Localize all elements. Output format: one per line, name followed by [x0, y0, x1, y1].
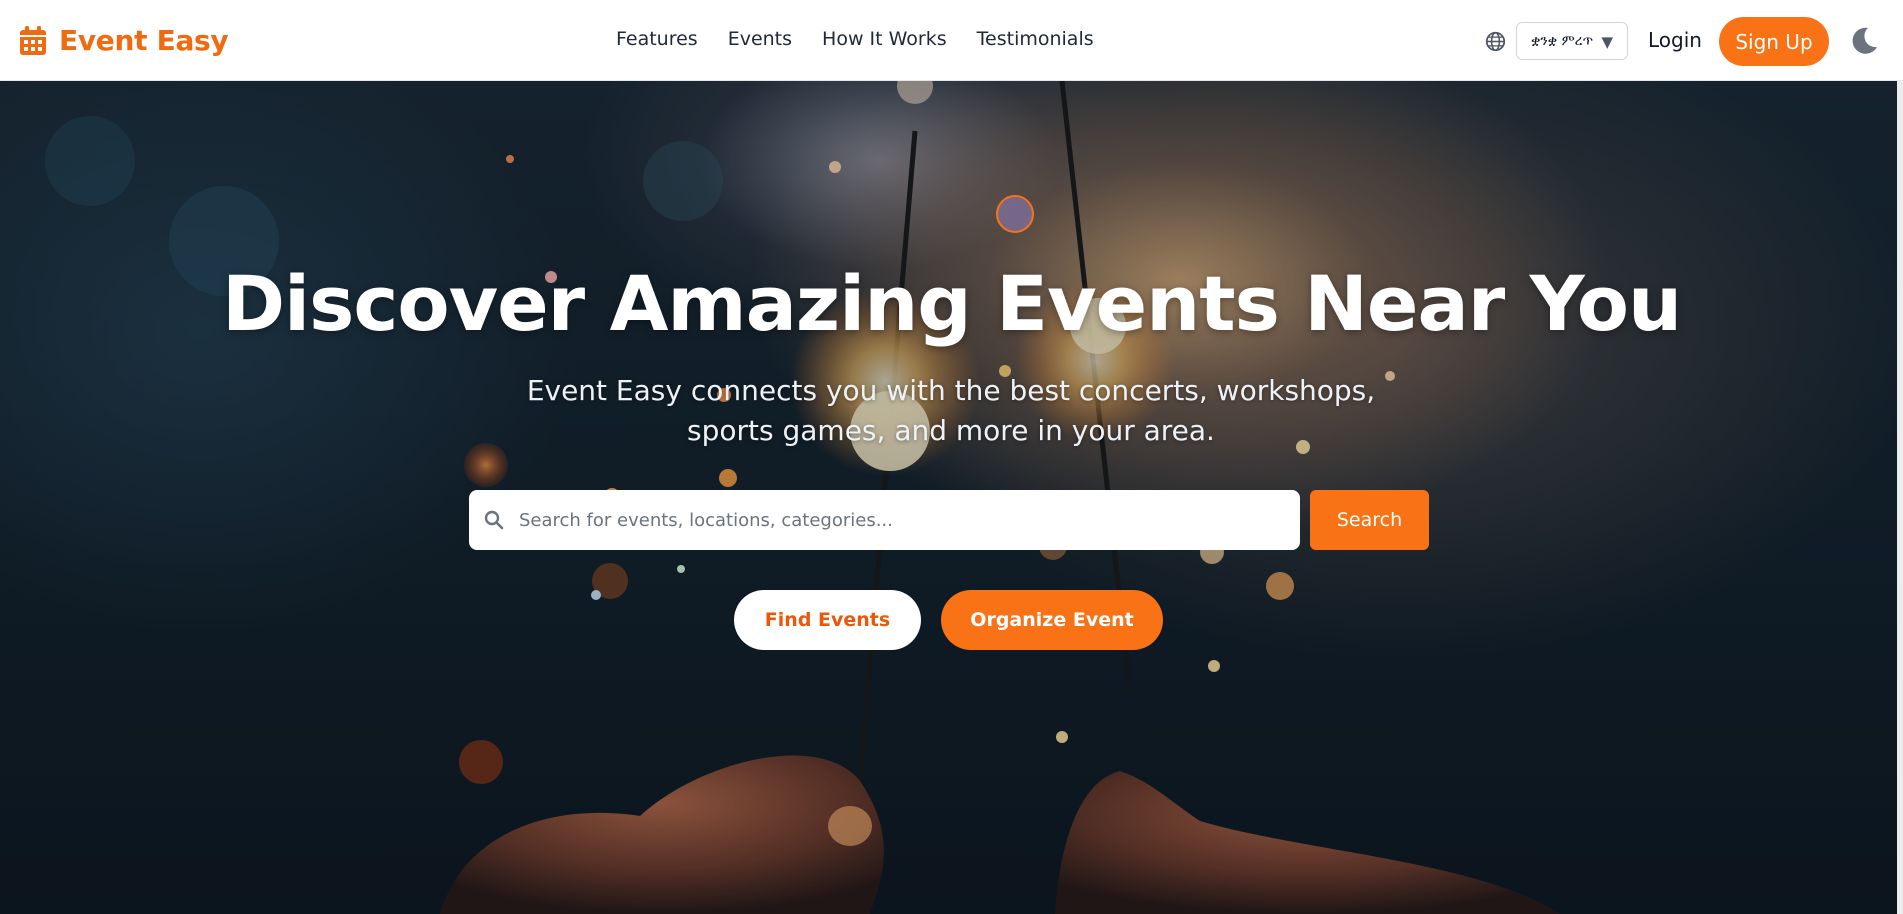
nav-link-events[interactable]: Events	[728, 28, 792, 50]
nav-link-features[interactable]: Features	[616, 28, 698, 50]
main-nav: Features Events How It Works Testimonial…	[616, 28, 1124, 50]
search-input[interactable]	[517, 490, 1287, 550]
search-button[interactable]: Search	[1310, 490, 1429, 550]
chevron-down-icon: ▼	[1601, 33, 1613, 51]
brand-name: Event Easy	[59, 24, 229, 57]
cursor-indicator	[996, 195, 1034, 233]
nav-link-how-it-works[interactable]: How It Works	[822, 28, 947, 50]
language-select[interactable]: ቋንቋ ምረጥ ▼	[1516, 22, 1628, 60]
language-selected-value: ቋንቋ ምረጥ	[1531, 33, 1594, 49]
moon-icon[interactable]	[1848, 25, 1880, 57]
search-box	[469, 490, 1300, 550]
hero-section: Discover Amazing Events Near You Event E…	[0, 81, 1903, 914]
organize-event-button[interactable]: Organize Event	[941, 590, 1163, 650]
search-icon	[484, 510, 504, 530]
hero-title: Discover Amazing Events Near You	[221, 259, 1682, 348]
brand-logo-link[interactable]: Event Easy	[19, 24, 229, 57]
page-scrollbar[interactable]	[1897, 81, 1903, 914]
hero-subtitle: Event Easy connects you with the best co…	[526, 374, 1376, 447]
signup-button[interactable]: Sign Up	[1719, 17, 1829, 66]
globe-icon	[1485, 31, 1506, 52]
login-link[interactable]: Login	[1648, 28, 1702, 52]
nav-link-testimonials[interactable]: Testimonials	[977, 28, 1094, 50]
calendar-icon	[20, 25, 46, 55]
find-events-button[interactable]: Find Events	[734, 590, 921, 650]
top-navbar: Event Easy Features Events How It Works …	[0, 0, 1903, 81]
